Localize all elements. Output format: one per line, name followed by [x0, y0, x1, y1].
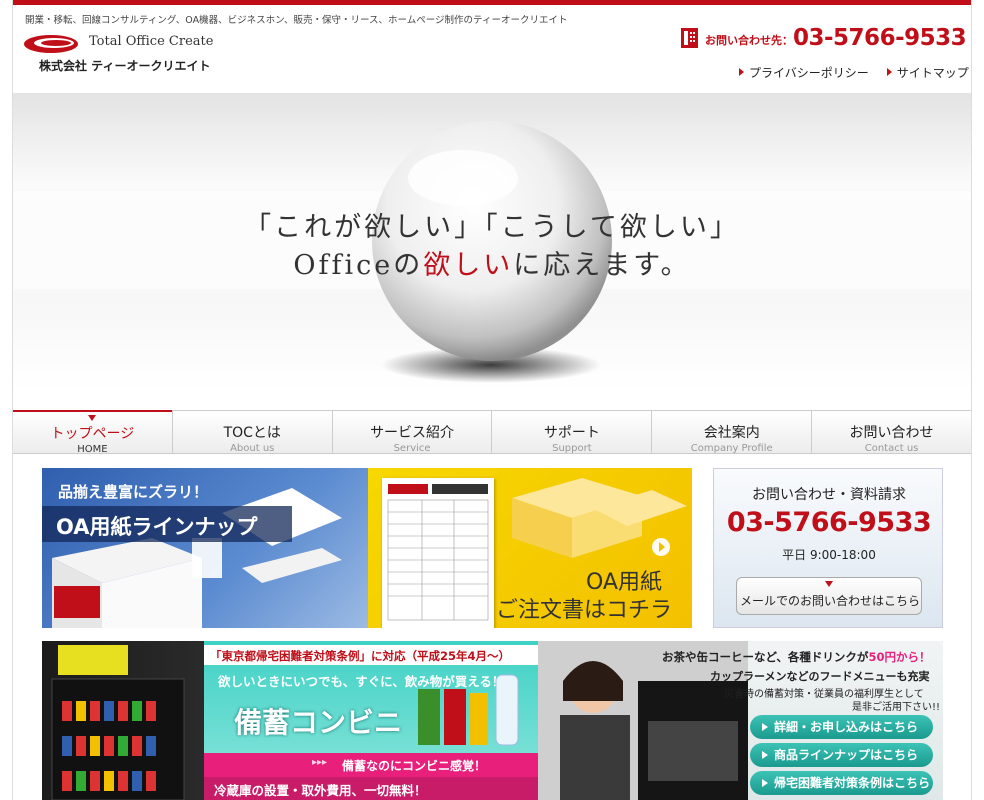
privacy-policy-link[interactable]: プライバシーポリシー	[739, 64, 869, 80]
details-apply-button[interactable]: 詳細・お申し込みはこちら	[750, 715, 933, 739]
contact-label: お問い合わせ先：	[705, 34, 793, 47]
nav-item-support[interactable]: サポート Support	[491, 411, 651, 454]
chevron-down-icon	[825, 581, 833, 587]
page-container: 開業・移転、回線コンサルティング、OA機器、ビジネスホン、販売・保守・リース、ホ…	[12, 0, 972, 800]
hero-headline: 「これが欲しい」「こうして欲しい」	[244, 212, 740, 243]
logo-english-name: Total Office Create	[89, 34, 214, 49]
arrow-right-icon	[886, 68, 892, 76]
oa-paper-order-form-banner[interactable]: OA用紙 ご注文書はコチラ	[368, 468, 692, 628]
hero-banner: 「これが欲しい」「こうして欲しい」 Officeの欲しいに応えます。	[13, 93, 971, 391]
active-marker-icon	[88, 415, 97, 421]
drink-bottles-image	[418, 674, 519, 746]
fridge-image	[42, 641, 212, 800]
order-form-thumbnail	[382, 478, 494, 628]
side-contact-title: お問い合わせ・資料請求	[752, 487, 906, 503]
sitemap-link[interactable]: サイトマップ	[886, 64, 969, 80]
bichiku-convenience-banner[interactable]: 「東京都帰宅困難者対策条例」に対応（平成25年4月～） 欲しいときにいつでも、す…	[42, 641, 943, 800]
hero-subheadline: Officeの欲しいに応えます。	[293, 250, 691, 281]
paper-stack-image	[512, 478, 687, 558]
side-contact-box: お問い合わせ・資料請求 03-5766-9533 平日 9:00-18:00 メ…	[713, 468, 943, 628]
side-contact-hours: 平日 9:00-18:00	[782, 548, 876, 562]
nav-item-about[interactable]: TOCとは About us	[171, 411, 332, 454]
bichiku-bottom-text: 冷蔵庫の設置・取外費用、一切無料！	[214, 783, 427, 798]
main-navigation: トップページ HOME TOCとは About us サービス紹介 Servic…	[13, 410, 971, 455]
nav-item-home[interactable]: トップページ HOME	[13, 410, 172, 455]
triple-arrow-icon: ▸▸▸	[312, 757, 328, 768]
bichiku-pink-text: 備蓄なのにコンビニ感覚！	[342, 759, 487, 773]
bichiku-food-note: カップラーメンなどのフードメニューも充実	[710, 670, 930, 683]
nav-item-contact[interactable]: お問い合わせ Contact us	[811, 411, 971, 454]
nav-item-company[interactable]: 会社案内 Company Profile	[651, 411, 811, 454]
ordinance-info-button[interactable]: 帰宅困難者対策条例はこちら	[750, 771, 933, 795]
paper-banner-title: OA用紙ラインナップ	[56, 515, 258, 539]
header-links: プライバシーポリシー サイトマップ	[739, 64, 969, 80]
bichiku-price-note: お茶や缶コーヒーなど、各種ドリンクが50円から！	[662, 650, 931, 664]
order-banner-line2: ご注文書はコチラ	[496, 598, 673, 623]
paper-banner-tagline: 品揃え豊富にズラリ！	[58, 483, 209, 501]
phone-icon	[681, 28, 698, 48]
bichiku-notice: 「東京都帰宅困難者対策条例」に対応（平成25年4月～）	[210, 649, 511, 663]
arrow-right-icon	[739, 68, 744, 76]
oa-paper-lineup-banner[interactable]: 品揃え豊富にズラリ！ OA用紙ラインナップ	[42, 468, 368, 628]
bichiku-title: 備蓄コンビニ	[234, 706, 403, 739]
header-contact: お問い合わせ先： 03-5766-9533	[681, 25, 967, 56]
email-inquiry-button[interactable]: メールでのお問い合わせはこちら	[736, 577, 922, 615]
contact-phone-number[interactable]: 03-5766-9533	[793, 25, 967, 51]
company-logo[interactable]: Total Office Create 株式会社 ティーオークリエイト	[23, 31, 223, 73]
nav-item-service[interactable]: サービス紹介 Service	[331, 411, 492, 454]
logo-japanese-name: 株式会社 ティーオークリエイト	[39, 59, 211, 73]
top-red-bar	[13, 0, 971, 5]
side-contact-phone[interactable]: 03-5766-9533	[714, 507, 942, 538]
site-tagline: 開業・移転、回線コンサルティング、OA機器、ビジネスホン、販売・保守・リース、ホ…	[25, 15, 568, 26]
play-arrow-icon	[652, 538, 670, 556]
bichiku-usage-note-2: 是非ご活用下さい!!	[852, 702, 941, 713]
logo-swoosh-icon	[24, 35, 78, 53]
product-lineup-button[interactable]: 商品ラインナップはこちら	[750, 743, 933, 767]
